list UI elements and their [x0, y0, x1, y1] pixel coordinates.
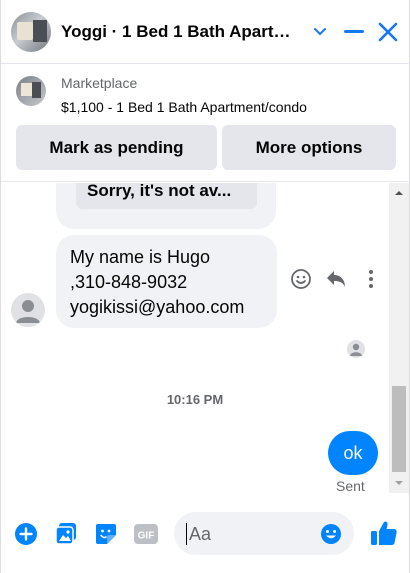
chevron-down-icon[interactable]	[306, 18, 334, 46]
listing-thumbnail[interactable]	[16, 76, 46, 106]
message-input[interactable]	[186, 523, 316, 545]
quoted-message[interactable]: Sorry, it's not av...	[76, 183, 257, 209]
more-options-button[interactable]: More options	[222, 125, 396, 170]
contact-avatar[interactable]	[11, 12, 51, 52]
message-line: ,310-848-9032	[70, 272, 188, 292]
react-icon[interactable]	[289, 267, 313, 291]
more-icon[interactable]	[359, 267, 383, 291]
photo-icon[interactable]	[53, 521, 79, 547]
mark-as-pending-button[interactable]: Mark as pending	[16, 125, 217, 170]
message-composer: GIF	[1, 493, 410, 573]
marketplace-banner: Marketplace $1,100 - 1 Bed 1 Bath Apartm…	[1, 64, 410, 182]
message-scrollbar[interactable]	[389, 183, 409, 493]
message-timestamp: 10:16 PM	[166, 392, 224, 407]
outgoing-message-bubble[interactable]: ok	[328, 431, 378, 475]
message-line: yogikissi@yahoo.com	[70, 297, 245, 317]
thumbs-up-icon[interactable]	[369, 518, 399, 548]
scrollbar-thumb[interactable]	[392, 386, 406, 472]
chat-header: Yoggi · 1 Bed 1 Bath Apartment/condo	[1, 0, 410, 64]
emoji-icon[interactable]	[319, 522, 343, 546]
message-list: Sorry, it's not av... My name is Hugo ,3…	[1, 183, 389, 493]
svg-text:GIF: GIF	[138, 531, 155, 542]
plus-circle-icon[interactable]	[13, 521, 39, 547]
chat-window: Yoggi · 1 Bed 1 Bath Apartment/condo Mar…	[0, 0, 410, 573]
sender-avatar[interactable]	[11, 293, 45, 327]
minimize-icon[interactable]	[340, 18, 368, 46]
incoming-message-bubble[interactable]: My name is Hugo ,310-848-9032 yogikissi@…	[56, 235, 277, 328]
message-line: My name is Hugo	[70, 247, 211, 267]
listing-title[interactable]: $1,100 - 1 Bed 1 Bath Apartment/condo	[61, 99, 307, 115]
chat-title[interactable]: Yoggi · 1 Bed 1 Bath Apartment/condo	[61, 22, 297, 42]
marketplace-label: Marketplace	[61, 75, 138, 91]
scroll-up-arrow-icon[interactable]	[389, 183, 409, 203]
message-input-container[interactable]	[174, 512, 354, 555]
seen-avatar	[347, 340, 365, 358]
scroll-down-arrow-icon[interactable]	[389, 473, 409, 493]
reply-icon[interactable]	[324, 267, 348, 291]
gif-icon[interactable]: GIF	[133, 521, 159, 547]
close-icon[interactable]	[374, 18, 402, 46]
message-status: Sent	[336, 478, 365, 493]
sticker-icon[interactable]	[93, 521, 119, 547]
